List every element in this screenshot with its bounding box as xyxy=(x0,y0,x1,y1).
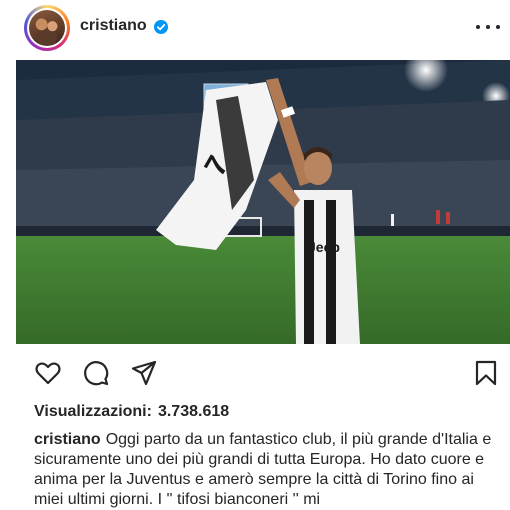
views-label: Visualizzazioni: xyxy=(34,403,152,420)
svg-text:Jeep: Jeep xyxy=(308,239,340,255)
post-username[interactable]: cristiano xyxy=(80,17,147,35)
paper-plane-icon[interactable] xyxy=(130,359,158,387)
verified-badge-icon xyxy=(154,20,168,34)
post-caption: cristiano Oggi parto da un fantastico clu… xyxy=(34,430,504,510)
post-header: cristiano xyxy=(0,0,510,56)
caption-username[interactable]: cristiano xyxy=(34,431,101,448)
more-options-icon[interactable] xyxy=(476,20,500,34)
views-number: 3.738.618 xyxy=(157,403,230,420)
heart-icon[interactable] xyxy=(34,359,62,387)
avatar[interactable] xyxy=(24,5,70,51)
action-bar xyxy=(0,355,510,391)
view-count: Visualizzazioni: 3.738.618 xyxy=(34,403,229,421)
comment-bubble-icon[interactable] xyxy=(82,359,110,387)
bookmark-icon[interactable] xyxy=(472,359,500,387)
video-frame: Jeep 7 xyxy=(16,60,510,344)
pitch xyxy=(16,236,510,344)
avatar-image xyxy=(29,10,65,46)
caption-text: Oggi parto da un fantastico club, il più… xyxy=(34,431,492,508)
post-video[interactable]: Jeep 7 xyxy=(16,60,510,344)
